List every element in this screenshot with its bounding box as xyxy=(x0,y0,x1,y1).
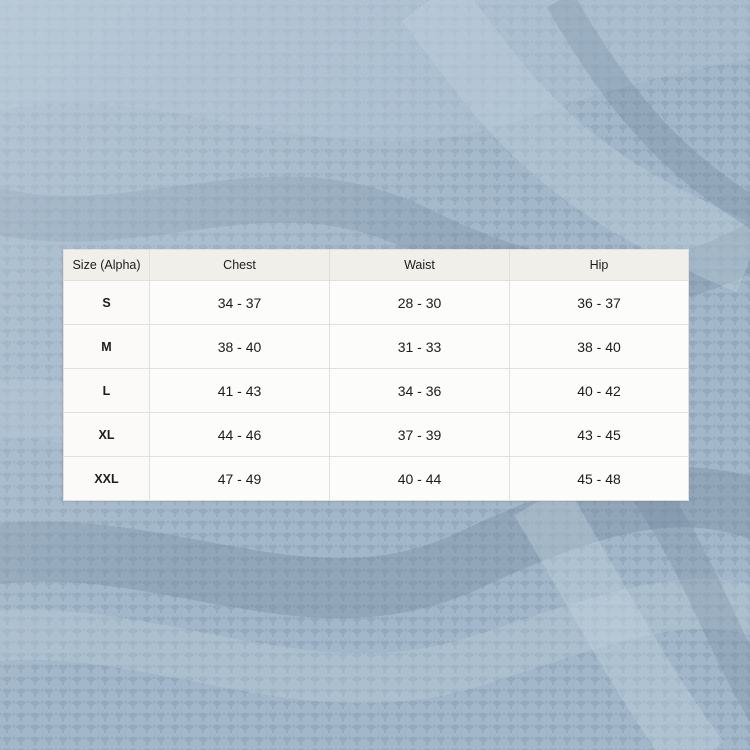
waist-cell: 37 - 39 xyxy=(329,412,510,457)
table-row: L 41 - 43 34 - 36 40 - 42 xyxy=(63,368,689,413)
waist-cell: 31 - 33 xyxy=(329,324,510,369)
header-hip: Hip xyxy=(509,249,689,281)
header-chest: Chest xyxy=(149,249,330,281)
hip-cell: 38 - 40 xyxy=(509,324,689,369)
table-row: XL 44 - 46 37 - 39 43 - 45 xyxy=(63,412,689,457)
hip-cell: 45 - 48 xyxy=(509,456,689,501)
waist-cell: 34 - 36 xyxy=(329,368,510,413)
size-chart: Size (Alpha) Chest Waist Hip S 34 - 37 2… xyxy=(63,249,689,501)
waist-cell: 28 - 30 xyxy=(329,280,510,325)
header-size: Size (Alpha) xyxy=(63,249,150,281)
size-cell: XXL xyxy=(63,456,150,501)
size-cell: XL xyxy=(63,412,150,457)
waist-cell: 40 - 44 xyxy=(329,456,510,501)
hip-cell: 36 - 37 xyxy=(509,280,689,325)
header-waist: Waist xyxy=(329,249,510,281)
hip-cell: 40 - 42 xyxy=(509,368,689,413)
table-row: M 38 - 40 31 - 33 38 - 40 xyxy=(63,324,689,369)
size-cell: L xyxy=(63,368,150,413)
chest-cell: 44 - 46 xyxy=(149,412,330,457)
hip-cell: 43 - 45 xyxy=(509,412,689,457)
chest-cell: 41 - 43 xyxy=(149,368,330,413)
table-header-row: Size (Alpha) Chest Waist Hip xyxy=(63,249,689,281)
size-table: Size (Alpha) Chest Waist Hip S 34 - 37 2… xyxy=(63,249,689,501)
chest-cell: 34 - 37 xyxy=(149,280,330,325)
chest-cell: 47 - 49 xyxy=(149,456,330,501)
size-cell: S xyxy=(63,280,150,325)
chest-cell: 38 - 40 xyxy=(149,324,330,369)
table-row: XXL 47 - 49 40 - 44 45 - 48 xyxy=(63,456,689,501)
size-cell: M xyxy=(63,324,150,369)
table-row: S 34 - 37 28 - 30 36 - 37 xyxy=(63,280,689,325)
